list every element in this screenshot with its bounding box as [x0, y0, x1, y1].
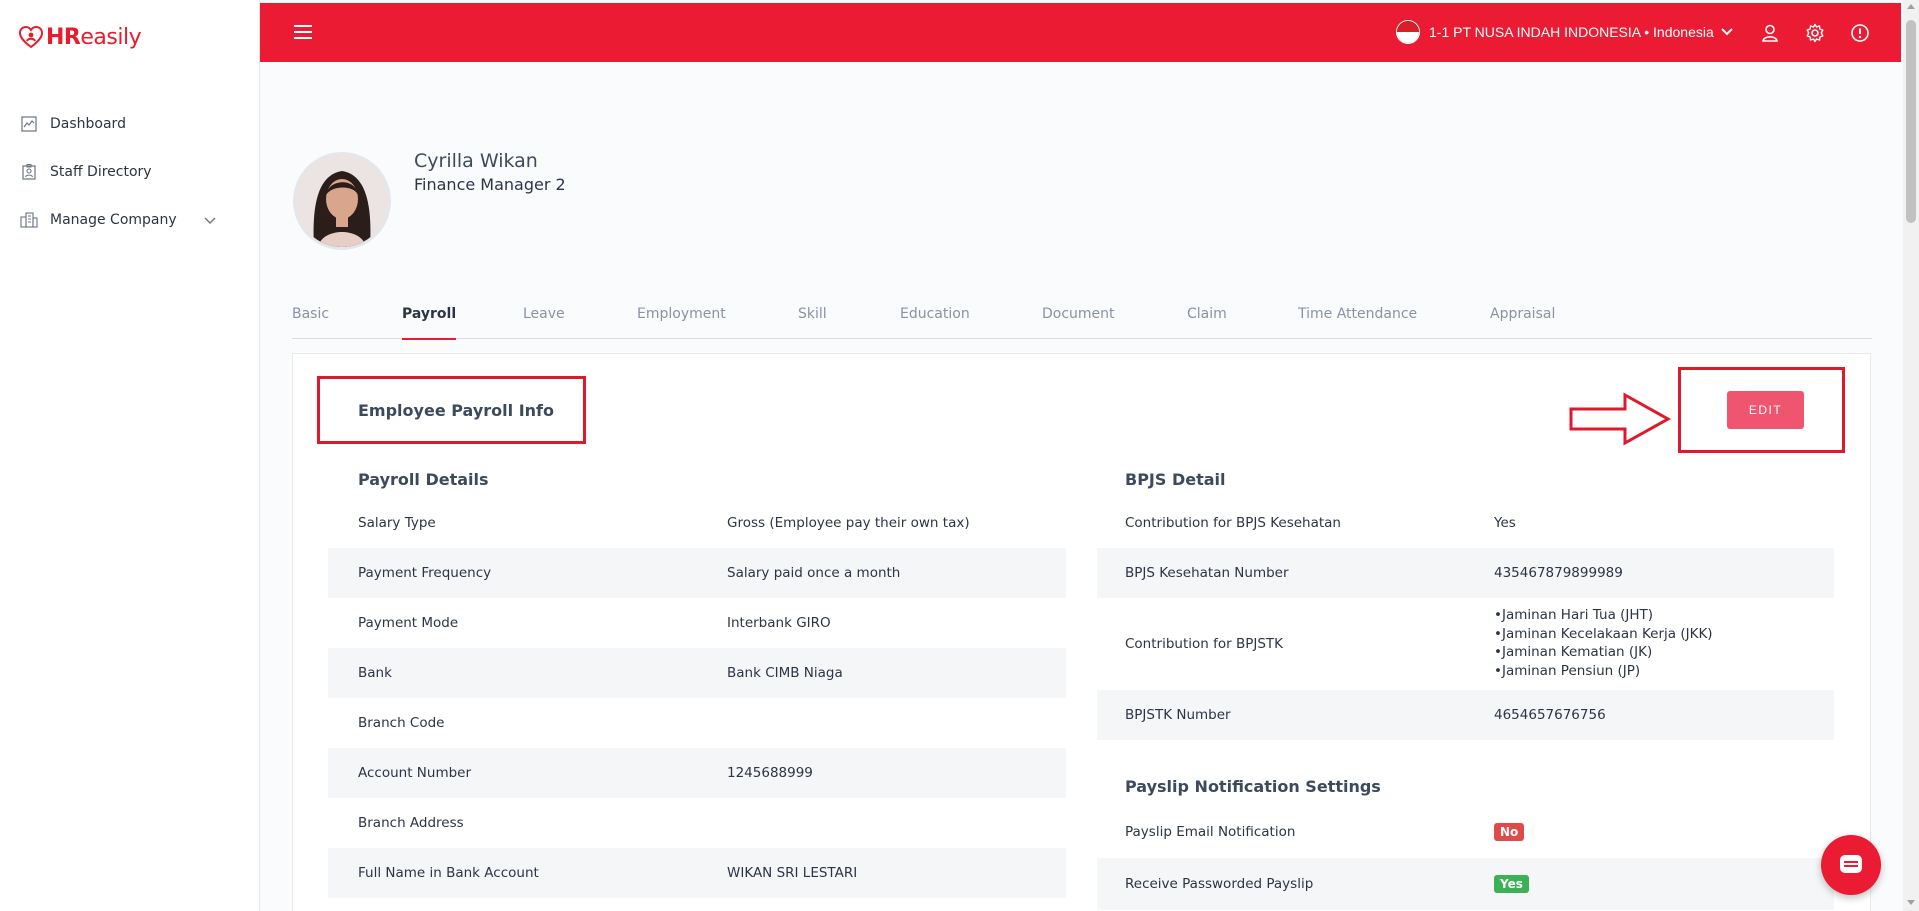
scroll-down-icon[interactable]: [1907, 900, 1915, 905]
sidebar-item-label: Dashboard: [50, 116, 126, 132]
sidebar-item-manage-company[interactable]: Manage Company: [0, 196, 259, 244]
company-name: 1-1 PT NUSA INDAH INDONESIA • Indonesia: [1429, 24, 1714, 40]
payroll-details-heading: Payroll Details: [358, 470, 489, 489]
sidebar-item-label: Manage Company: [50, 212, 177, 228]
top-bar: 1-1 PT NUSA INDAH INDONESIA • Indonesia: [260, 3, 1901, 62]
table-row: BPJS Kesehatan Number 435467879899989: [1097, 548, 1834, 598]
row-value: WIKAN SRI LESTARI: [727, 865, 858, 881]
list-item: •Jaminan Pensiun (JP): [1494, 662, 1641, 679]
chevron-down-icon: [1721, 28, 1733, 36]
scrollbar[interactable]: [1903, 0, 1919, 911]
row-label: Contribution for BPJSTK: [1125, 636, 1284, 652]
arrow-right-icon: [1569, 392, 1672, 446]
table-row: Bank Bank CIMB Niaga: [328, 648, 1066, 698]
chat-button[interactable]: [1821, 835, 1881, 895]
tab-payroll[interactable]: Payroll: [402, 306, 457, 340]
scroll-thumb[interactable]: [1906, 20, 1916, 223]
row-label: BPJS Kesehatan Number: [1125, 565, 1289, 581]
list-item: •Jaminan Hari Tua (JHT): [1494, 607, 1654, 623]
edit-button[interactable]: EDIT: [1727, 391, 1804, 429]
row-value: 4654657676756: [1494, 707, 1606, 723]
row-label: Contribution for BPJS Kesehatan: [1125, 515, 1341, 531]
table-row: Full Name in Bank Account WIKAN SRI LEST…: [328, 848, 1066, 898]
table-row: Account Number 1245688999: [328, 748, 1066, 798]
user-icon[interactable]: [1760, 23, 1780, 43]
list-item: •Jaminan Kecelakaan Kerja (JKK): [1494, 625, 1713, 642]
scroll-up-icon[interactable]: [1907, 4, 1915, 9]
row-label: Payment Frequency: [358, 565, 492, 581]
company-selector[interactable]: 1-1 PT NUSA INDAH INDONESIA • Indonesia: [1396, 19, 1734, 45]
row-value: Bank CIMB Niaga: [727, 665, 843, 681]
tab-employment[interactable]: Employment: [637, 306, 726, 338]
tab-time-attendance[interactable]: Time Attendance: [1298, 306, 1417, 338]
row-value: Salary paid once a month: [727, 565, 901, 581]
chevron-down-icon: [204, 217, 216, 224]
profile-tabs: Basic Payroll Leave Employment Skill Edu…: [292, 298, 1872, 340]
row-value: 435467879899989: [1494, 565, 1623, 581]
hreasily-logo[interactable]: HReasily: [18, 22, 142, 52]
status-badge: Yes: [1494, 875, 1529, 893]
row-label: Branch Code: [358, 715, 445, 731]
tab-basic[interactable]: Basic: [292, 306, 329, 338]
row-value: Interbank GIRO: [727, 615, 831, 631]
table-row: Payment Frequency Salary paid once a mon…: [328, 548, 1066, 598]
row-label: Account Number: [358, 765, 472, 781]
tab-skill[interactable]: Skill: [798, 306, 827, 338]
table-row: Salary Type Gross (Employee pay their ow…: [328, 498, 1066, 548]
card-title: Employee Payroll Info: [358, 401, 554, 420]
row-value: 1245688999: [727, 765, 813, 781]
tab-claim[interactable]: Claim: [1187, 306, 1227, 338]
chat-bubble-icon: [1840, 855, 1862, 873]
row-label: Branch Address: [358, 815, 464, 831]
tab-appraisal[interactable]: Appraisal: [1490, 306, 1555, 338]
sidebar-item-dashboard[interactable]: Dashboard: [0, 100, 259, 148]
table-row: BPJSTK Number 4654657676756: [1097, 690, 1834, 740]
payslip-settings-heading: Payslip Notification Settings: [1125, 777, 1381, 796]
help-icon[interactable]: [1850, 23, 1870, 43]
tab-education[interactable]: Education: [900, 306, 970, 338]
gear-icon[interactable]: [1805, 23, 1825, 43]
table-row: Contribution for BPJSTK •Jaminan Hari Tu…: [1097, 598, 1834, 690]
logo-heart-icon: [18, 25, 44, 49]
dashboard-chart-icon: [20, 115, 38, 133]
row-label: Bank: [358, 665, 392, 681]
sidebar-item-label: Staff Directory: [50, 164, 152, 180]
logo-text: HReasily: [46, 24, 142, 50]
table-row: Receive Passworded Payslip Yes: [1097, 858, 1834, 910]
row-label: Full Name in Bank Account: [358, 865, 539, 881]
row-label: Salary Type: [358, 515, 436, 531]
staff-badge-icon: [20, 163, 38, 181]
row-value: Yes: [1494, 515, 1516, 531]
table-row: Branch Address: [328, 798, 1066, 848]
list-item: •Jaminan Kematian (JK): [1494, 644, 1653, 660]
row-label: Payslip Email Notification: [1125, 824, 1296, 840]
tab-leave[interactable]: Leave: [523, 306, 565, 338]
sidebar-nav: Dashboard Staff Directory Manage Company: [0, 100, 259, 244]
bpjstk-contribution-list: •Jaminan Hari Tua (JHT) •Jaminan Kecelak…: [1494, 606, 1713, 680]
row-value: Gross (Employee pay their own tax): [727, 515, 970, 531]
logo-easily: easily: [80, 24, 142, 50]
table-row: Payment Mode Interbank GIRO: [328, 598, 1066, 648]
row-label: Payment Mode: [358, 615, 459, 631]
indonesia-flag-icon: [1396, 20, 1420, 44]
sidebar: HReasily Dashboard Staff Directory Manag…: [0, 0, 260, 911]
table-row: Payslip Email Notification No: [1097, 806, 1834, 858]
avatar: [293, 152, 391, 250]
building-icon: [20, 211, 38, 229]
table-row: Branch Code: [328, 698, 1066, 748]
bpjs-detail-heading: BPJS Detail: [1125, 470, 1226, 489]
status-badge: No: [1494, 823, 1525, 841]
table-row: Contribution for BPJS Kesehatan Yes: [1097, 498, 1834, 548]
tab-document[interactable]: Document: [1042, 306, 1115, 338]
employee-title: Finance Manager 2: [414, 175, 566, 194]
menu-icon[interactable]: [294, 25, 312, 41]
row-label: Receive Passworded Payslip: [1125, 876, 1314, 892]
row-label: BPJSTK Number: [1125, 707, 1231, 723]
sidebar-item-staff-directory[interactable]: Staff Directory: [0, 148, 259, 196]
employee-name: Cyrilla Wikan: [414, 150, 538, 172]
logo-hr: HR: [46, 24, 81, 50]
